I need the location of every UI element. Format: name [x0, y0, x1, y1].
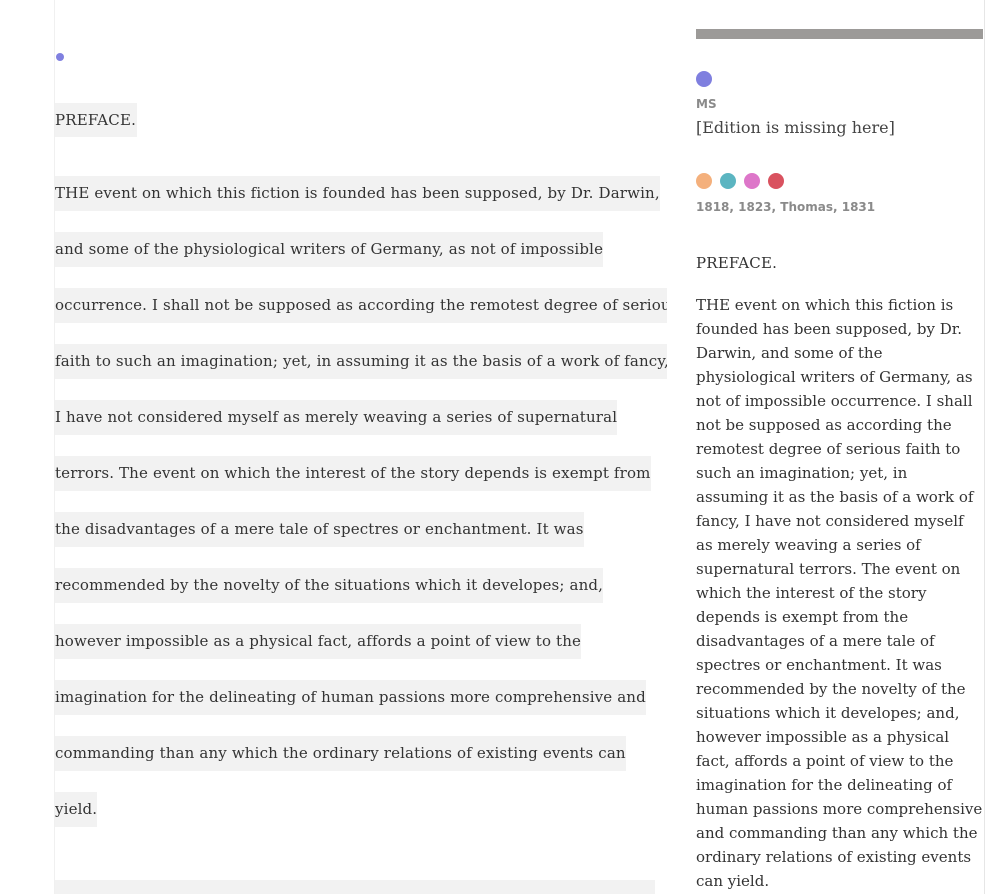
ms-witness-label: MS: [696, 97, 717, 111]
variant-paragraph: THE event on which this fiction is found…: [696, 296, 983, 890]
text-line-content[interactable]: yield.: [55, 792, 98, 827]
text-line[interactable]: occurrence. I shall not be supposed as a…: [55, 288, 667, 323]
text-line-content[interactable]: however impossible as a physical fact, a…: [55, 624, 582, 659]
text-line-content[interactable]: terrors. The event on which the interest…: [55, 456, 651, 491]
ms-missing-note: [Edition is missing here]: [696, 118, 895, 137]
text-line-content[interactable]: and some of the physiological writers of…: [55, 232, 604, 267]
text-line[interactable]: recommended by the novelty of the situat…: [55, 568, 667, 603]
text-line[interactable]: commanding than any which the ordinary r…: [55, 736, 667, 771]
text-line-content[interactable]: recommended by the novelty of the situat…: [55, 568, 604, 603]
text-line[interactable]: yield.: [55, 792, 667, 827]
text-line[interactable]: imagination for the delineating of human…: [55, 680, 667, 715]
text-line-content[interactable]: occurrence. I shall not be supposed as a…: [55, 288, 667, 323]
preface-heading[interactable]: PREFACE.: [55, 103, 138, 137]
variant-bar: [696, 29, 983, 39]
next-paragraph-line[interactable]: [55, 880, 655, 894]
text-line-content[interactable]: faith to such an imagination; yet, in as…: [55, 344, 667, 379]
text-line-content[interactable]: I have not considered myself as merely w…: [55, 400, 618, 435]
text-line[interactable]: terrors. The event on which the interest…: [55, 456, 667, 491]
edition-witness-dots: [696, 173, 784, 189]
reading-pane: PREFACE. THE event on which this fiction…: [54, 0, 667, 894]
variant-marker-dot[interactable]: [56, 53, 64, 61]
ms-witness-dot: [696, 71, 712, 87]
text-line-content[interactable]: the disadvantages of a mere tale of spec…: [55, 512, 584, 547]
text-line-content[interactable]: THE event on which this fiction is found…: [55, 176, 660, 211]
text-line[interactable]: the disadvantages of a mere tale of spec…: [55, 512, 667, 547]
text-line-content[interactable]: imagination for the delineating of human…: [55, 680, 646, 715]
text-line[interactable]: THE event on which this fiction is found…: [55, 176, 667, 211]
text-line[interactable]: faith to such an imagination; yet, in as…: [55, 344, 667, 379]
text-line[interactable]: however impossible as a physical fact, a…: [55, 624, 667, 659]
edition-1818-dot: [696, 173, 712, 189]
variants-pane: MS [Edition is missing here] 1818, 1823,…: [696, 0, 985, 894]
preface-text: THE event on which this fiction is found…: [55, 176, 667, 848]
edition-thomas-dot: [744, 173, 760, 189]
edition-witness-label: 1818, 1823, Thomas, 1831: [696, 200, 876, 214]
text-line[interactable]: I have not considered myself as merely w…: [55, 400, 667, 435]
text-line-content[interactable]: commanding than any which the ordinary r…: [55, 736, 626, 771]
edition-1831-dot: [768, 173, 784, 189]
variant-heading: PREFACE.: [696, 254, 778, 272]
edition-1823-dot: [720, 173, 736, 189]
text-line[interactable]: and some of the physiological writers of…: [55, 232, 667, 267]
